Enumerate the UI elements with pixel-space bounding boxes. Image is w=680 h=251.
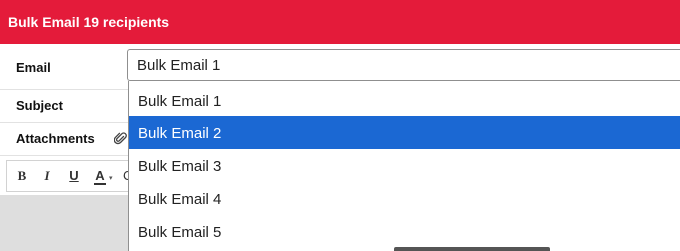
email-template-select[interactable]: Bulk Email 1 [127,49,680,81]
option-label: Bulk Email 4 [138,191,222,208]
italic-button[interactable]: I [40,168,54,184]
font-color-button[interactable]: A [93,168,107,185]
editor-heading-peek [394,245,554,251]
row-divider [0,155,128,156]
modal-header: Bulk Email 19 recipients [0,0,680,44]
editor-toolbar: B I U A ▾ C [6,160,131,192]
dropdown-option[interactable]: Bulk Email 3 [129,149,680,182]
email-template-value: Bulk Email 1 [137,57,221,74]
paperclip-icon[interactable] [114,132,128,146]
row-divider [0,89,128,90]
chevron-down-icon[interactable]: ▾ [109,174,113,182]
row-divider [0,122,128,123]
subject-label: Subject [16,98,63,113]
option-label: Bulk Email 1 [138,93,222,110]
editor-body[interactable] [0,195,128,251]
attachments-label: Attachments [16,131,95,146]
dropdown-option[interactable]: Bulk Email 4 [129,182,680,215]
option-label: Bulk Email 5 [138,224,222,241]
email-label: Email [16,60,51,75]
modal-title: Bulk Email 19 recipients [8,14,170,30]
email-template-dropdown: Bulk Email 1 Bulk Email 2 Bulk Email 3 B… [128,81,680,251]
underline-button[interactable]: U [67,168,81,184]
option-label: Bulk Email 3 [138,158,222,175]
dropdown-option-selected[interactable]: Bulk Email 2 [129,116,680,149]
dropdown-option[interactable]: Bulk Email 5 [129,215,680,248]
option-label: Bulk Email 2 [138,125,222,142]
dropdown-option[interactable]: Bulk Email 1 [129,84,680,117]
bold-button[interactable]: B [15,168,29,184]
